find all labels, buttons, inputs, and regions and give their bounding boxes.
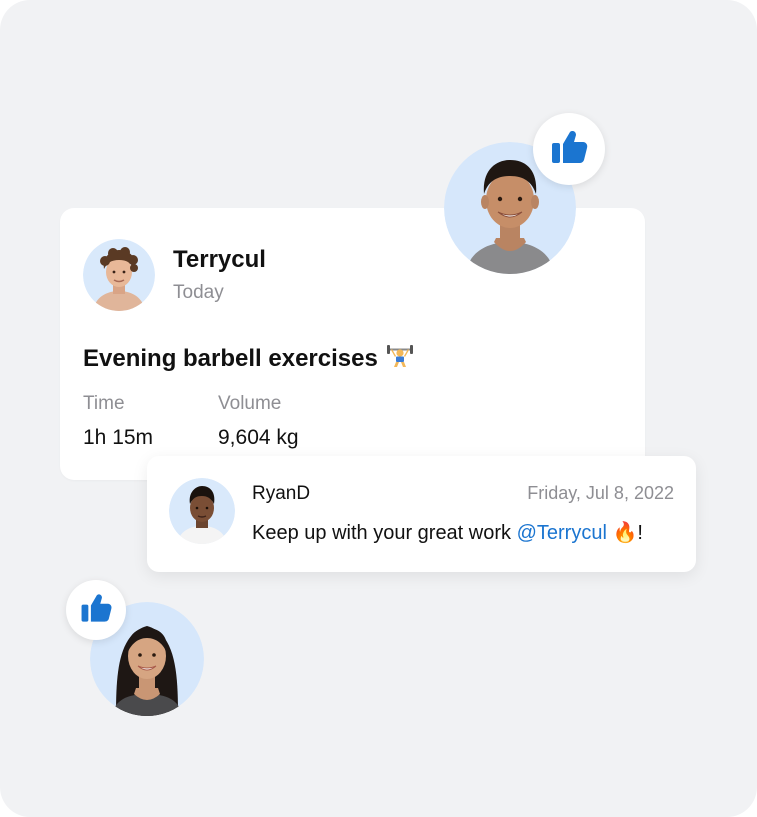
comment-card[interactable]: RyanD Friday, Jul 8, 2022 Keep up with y… bbox=[147, 456, 696, 572]
stat-volume-label: Volume bbox=[218, 393, 282, 414]
background-panel: Terrycul Today Evening barbell exercises bbox=[0, 0, 757, 817]
author-name[interactable]: Terrycul bbox=[173, 246, 266, 274]
mention-link[interactable]: @Terrycul bbox=[517, 522, 607, 544]
stat-time-value: 1h 15m bbox=[83, 426, 154, 449]
stat-time: Time 1h 15m bbox=[83, 393, 153, 450]
post-date: Today bbox=[173, 282, 224, 303]
fire-emoji: 🔥 bbox=[612, 522, 638, 544]
weightlifter-emoji-icon bbox=[386, 341, 414, 376]
stat-volume: Volume 9,604 kg bbox=[218, 393, 299, 450]
workout-title-text: Evening barbell exercises bbox=[83, 344, 378, 372]
comment-date: Friday, Jul 8, 2022 bbox=[527, 483, 674, 503]
like-badge-bottom[interactable] bbox=[66, 580, 126, 640]
commenter-avatar[interactable] bbox=[169, 478, 235, 544]
comment-text: Keep up with your great work @Terrycul 🔥… bbox=[252, 520, 643, 545]
thumbs-up-icon bbox=[79, 591, 113, 630]
stat-volume-value: 9,604 kg bbox=[218, 426, 299, 449]
author-avatar[interactable] bbox=[83, 239, 155, 311]
comment-text-suffix: ! bbox=[637, 522, 643, 544]
thumbs-up-icon bbox=[549, 127, 589, 172]
workout-title: Evening barbell exercises bbox=[83, 341, 414, 376]
like-badge-top[interactable] bbox=[533, 113, 605, 185]
stat-time-label: Time bbox=[83, 393, 125, 414]
comment-text-body: Keep up with your great work bbox=[252, 522, 517, 544]
commenter-name[interactable]: RyanD bbox=[252, 483, 310, 505]
